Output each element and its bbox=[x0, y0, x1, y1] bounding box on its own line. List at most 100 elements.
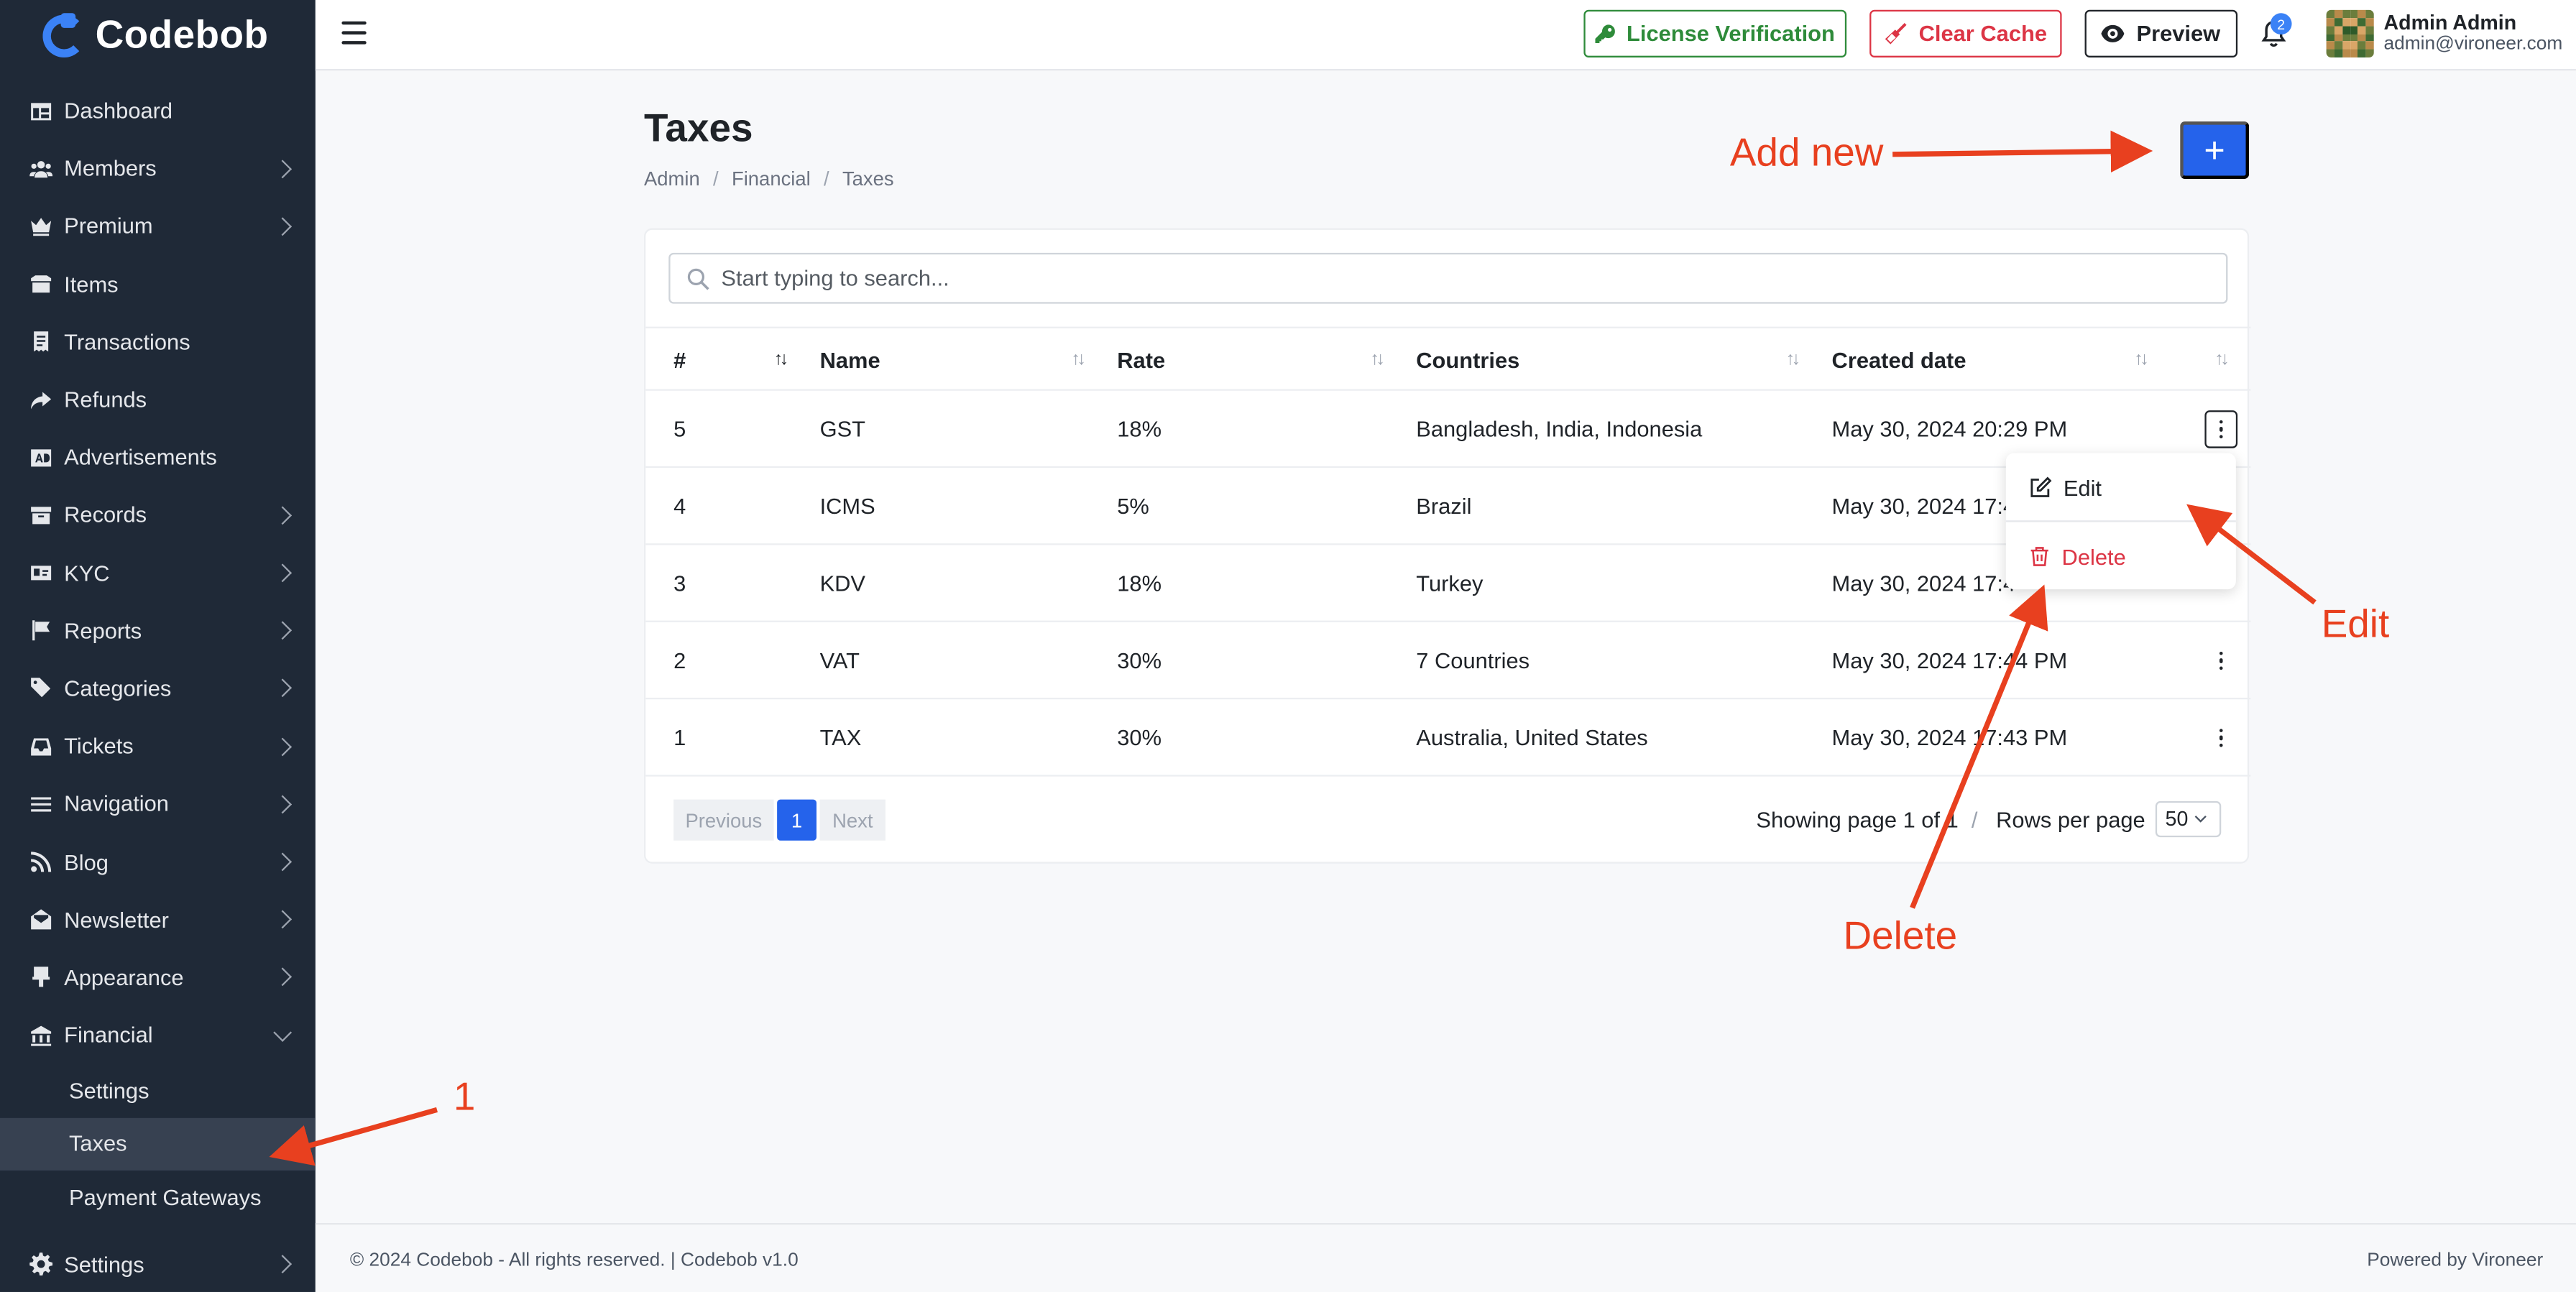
sidebar-item-appearance[interactable]: Appearance bbox=[0, 949, 316, 1006]
cell-name: VAT bbox=[819, 648, 860, 673]
sort-desc-icon[interactable]: ↑↓ bbox=[774, 350, 794, 372]
page-title: Taxes bbox=[643, 106, 753, 152]
archive-icon bbox=[29, 504, 52, 527]
next-page-button[interactable]: Next bbox=[819, 799, 886, 841]
sidebar-subitem-taxes[interactable]: Taxes bbox=[0, 1117, 316, 1171]
breadcrumb-financial[interactable]: Financial bbox=[732, 167, 811, 190]
sidebar-subitem-settings[interactable]: Settings bbox=[0, 1064, 316, 1117]
avatar[interactable] bbox=[2326, 9, 2374, 57]
chevron-right-icon bbox=[273, 795, 293, 814]
sidebar-item-label: Navigation bbox=[64, 791, 169, 817]
page-1-button[interactable]: 1 bbox=[777, 799, 816, 841]
footer-powered-by[interactable]: Powered by Vironeer bbox=[2367, 1251, 2543, 1270]
bars-icon bbox=[29, 793, 52, 816]
sidebar-item-records[interactable]: Records bbox=[0, 486, 316, 544]
chevron-right-icon bbox=[273, 968, 293, 987]
crown-icon bbox=[29, 215, 52, 238]
cell-created-date: May 30, 2024 17:4 bbox=[1831, 571, 2016, 596]
user-name[interactable]: Admin Admin bbox=[2384, 11, 2517, 34]
sidebar-item-label: Settings bbox=[64, 1252, 144, 1277]
chevron-right-icon bbox=[273, 1255, 293, 1274]
sidebar-item-label: Newsletter bbox=[64, 907, 169, 933]
sidebar-item-label: Reports bbox=[64, 618, 142, 644]
cell-id: 4 bbox=[673, 494, 686, 519]
sidebar-item-blog[interactable]: Blog bbox=[0, 833, 316, 890]
table-row: 2 VAT 30% 7 Countries May 30, 2024 17:44… bbox=[645, 622, 2251, 700]
row-actions-kebab-icon[interactable] bbox=[2204, 642, 2237, 680]
sidebar-subitem-payment-gateways[interactable]: Payment Gateways bbox=[0, 1171, 316, 1224]
column-header-created-date[interactable]: Created date bbox=[1832, 328, 1966, 392]
sidebar-item-refunds[interactable]: Refunds bbox=[0, 371, 316, 428]
preview-button[interactable]: Preview bbox=[2084, 9, 2238, 57]
brand-name: Codebob bbox=[95, 12, 269, 57]
annotation-delete: Delete bbox=[1843, 914, 1958, 959]
column-header-name[interactable]: Name bbox=[820, 328, 880, 392]
sidebar-item-label: Financial bbox=[64, 1023, 153, 1048]
annotation-add-new: Add new bbox=[1729, 131, 1884, 176]
clear-cache-button[interactable]: Clear Cache bbox=[1869, 9, 2062, 57]
column-header-countries[interactable]: Countries bbox=[1416, 328, 1519, 392]
search-input[interactable] bbox=[721, 266, 2200, 291]
license-verification-button[interactable]: License Verification bbox=[1583, 9, 1847, 57]
sidebar-item-kyc[interactable]: KYC bbox=[0, 544, 316, 601]
flag-icon bbox=[29, 619, 52, 642]
sidebar-item-newsletter[interactable]: Newsletter bbox=[0, 891, 316, 949]
sidebar-subitem-label: Taxes bbox=[68, 1132, 127, 1157]
brand[interactable]: Codebob bbox=[0, 0, 316, 70]
sort-icon[interactable]: ↑↓ bbox=[2214, 350, 2234, 372]
sidebar-item-members[interactable]: Members bbox=[0, 140, 316, 198]
sidebar-item-settings[interactable]: Settings bbox=[0, 1245, 316, 1284]
sidebar-item-transactions[interactable]: Transactions bbox=[0, 313, 316, 371]
annotation-edit: Edit bbox=[2321, 602, 2390, 647]
sidebar-item-dashboard[interactable]: Dashboard bbox=[0, 82, 316, 139]
sort-icon[interactable]: ↑↓ bbox=[1786, 350, 1806, 372]
delete-menu-item[interactable]: Delete bbox=[2006, 525, 2236, 588]
sidebar-item-label: Premium bbox=[64, 214, 153, 239]
cell-rate: 30% bbox=[1117, 648, 1162, 673]
sidebar-item-financial[interactable]: Financial bbox=[0, 1006, 316, 1063]
sidebar-item-items[interactable]: Items bbox=[0, 255, 316, 313]
edit-menu-item[interactable]: Edit bbox=[2006, 456, 2236, 519]
sidebar-item-label: Records bbox=[64, 503, 147, 528]
column-header-rate[interactable]: Rate bbox=[1117, 328, 1165, 392]
sidebar-item-premium[interactable]: Premium bbox=[0, 198, 316, 255]
clear-cache-label: Clear Cache bbox=[1918, 21, 2048, 46]
breadcrumb-separator: / bbox=[824, 167, 829, 191]
sidebar-item-label: Refunds bbox=[64, 387, 147, 412]
cell-id: 1 bbox=[673, 725, 686, 751]
sidebar-item-label: Appearance bbox=[64, 965, 184, 990]
cell-name: GST bbox=[819, 417, 866, 442]
sidebar-item-tickets[interactable]: Tickets bbox=[0, 718, 316, 775]
sidebar-item-label: Transactions bbox=[64, 329, 190, 355]
hamburger-menu-icon[interactable] bbox=[341, 21, 367, 45]
sidebar-item-categories[interactable]: Categories bbox=[0, 660, 316, 717]
sort-icon[interactable]: ↑↓ bbox=[1071, 350, 1090, 372]
cell-countries: Brazil bbox=[1416, 494, 1472, 519]
rows-per-page-select[interactable]: 50 bbox=[2155, 800, 2222, 838]
row-actions-menu: Edit Delete bbox=[2005, 453, 2236, 590]
sidebar-subitem-label: Settings bbox=[68, 1078, 150, 1104]
previous-page-button[interactable]: Previous bbox=[673, 799, 774, 841]
delete-label: Delete bbox=[2061, 544, 2126, 569]
row-actions-kebab-icon[interactable] bbox=[2204, 719, 2237, 757]
search-box bbox=[668, 252, 2228, 304]
add-tax-button[interactable]: + bbox=[2180, 121, 2250, 180]
table-row: 1 TAX 30% Australia, United States May 3… bbox=[645, 699, 2251, 777]
column-header-id[interactable]: # bbox=[673, 328, 686, 392]
cell-created-date: May 30, 2024 17:4 bbox=[1831, 494, 2016, 519]
topbar: License Verification Clear Cache Preview… bbox=[315, 0, 2576, 71]
cell-rate: 5% bbox=[1117, 494, 1149, 519]
sidebar-item-label: Members bbox=[64, 156, 157, 181]
sidebar-item-navigation[interactable]: Navigation bbox=[0, 775, 316, 833]
cell-name: TAX bbox=[819, 725, 862, 751]
row-actions-kebab-icon[interactable] bbox=[2204, 410, 2238, 448]
cell-name: KDV bbox=[819, 571, 866, 596]
sidebar-item-advertisements[interactable]: Advertisements bbox=[0, 429, 316, 486]
sort-icon[interactable]: ↑↓ bbox=[1370, 350, 1389, 372]
sidebar-item-reports[interactable]: Reports bbox=[0, 602, 316, 660]
breadcrumb-admin[interactable]: Admin bbox=[644, 167, 700, 190]
sort-icon[interactable]: ↑↓ bbox=[2134, 350, 2153, 372]
trash-icon bbox=[2030, 547, 2048, 566]
table-header: # ↑↓ Name ↑↓ Rate ↑↓ Countries ↑↓ Create… bbox=[645, 326, 2251, 392]
chevron-right-icon bbox=[273, 159, 293, 178]
